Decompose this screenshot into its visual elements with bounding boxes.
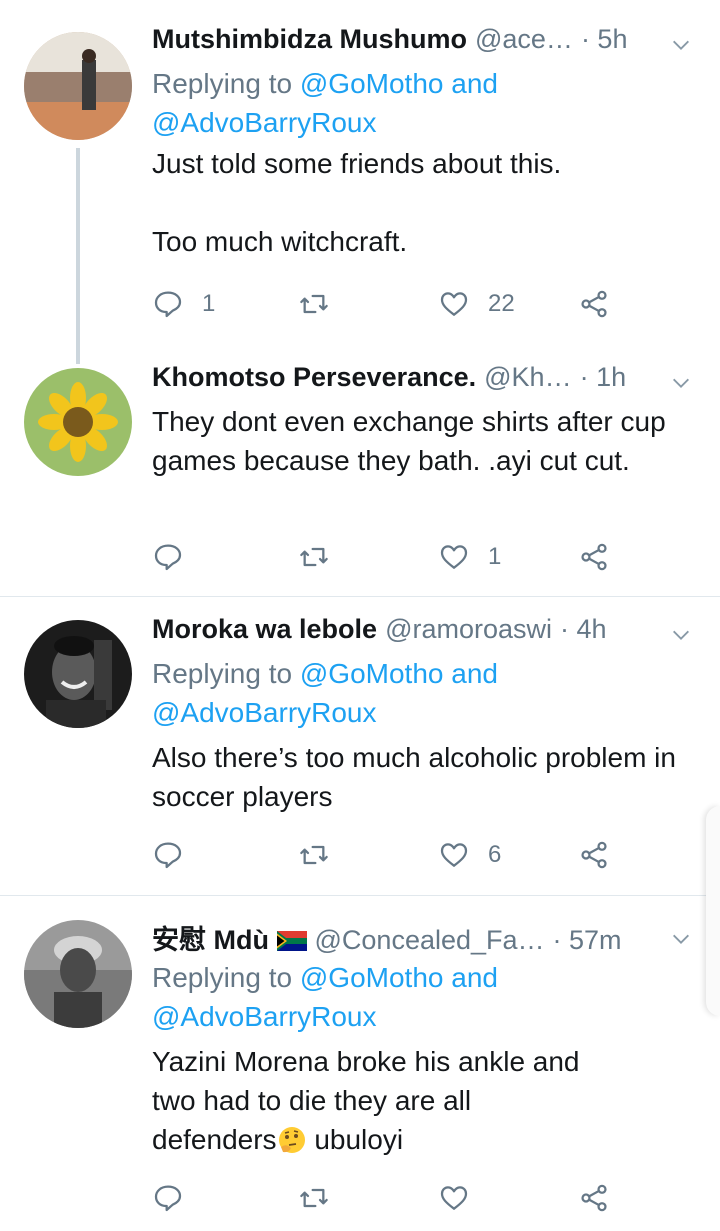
share-button[interactable] <box>578 1178 610 1218</box>
replying-to: Replying to @GoMotho and @AdvoBarryRoux <box>152 654 700 732</box>
replying-to: Replying to @GoMotho and @AdvoBarryRoux <box>152 64 700 142</box>
like-count: 6 <box>488 841 502 868</box>
share-icon <box>581 841 607 869</box>
tweet-2[interactable]: Khomotso Perseverance. @Kh… · 1h They do… <box>0 362 720 480</box>
share-icon <box>581 543 607 571</box>
reply-icon <box>154 544 182 571</box>
reply-icon <box>154 1185 182 1212</box>
reply-icon <box>154 842 182 869</box>
tweet-actions: 1 <box>152 537 720 577</box>
chevron-down-icon[interactable] <box>670 624 692 646</box>
replying-to-label: Replying to <box>152 962 293 993</box>
retweet-icon <box>300 547 328 567</box>
divider <box>0 895 720 896</box>
tweet-time[interactable]: · 1h <box>580 362 627 393</box>
replying-to-label: Replying to <box>152 658 293 689</box>
reply-icon <box>154 291 182 318</box>
mention-link[interactable]: @GoMotho and <box>300 68 498 99</box>
mention-link[interactable]: @AdvoBarryRoux <box>152 1001 377 1032</box>
replying-to: Replying to @GoMotho and @AdvoBarryRoux <box>152 958 700 1036</box>
author-handle[interactable]: @ace… <box>475 24 573 55</box>
like-button[interactable]: 22 <box>438 284 515 324</box>
replying-to-label: Replying to <box>152 68 293 99</box>
author-name[interactable]: Mutshimbidza Mushumo <box>152 24 467 55</box>
share-button[interactable] <box>578 284 610 324</box>
mention-link[interactable]: @AdvoBarryRoux <box>152 107 377 138</box>
tweet-text-line: Yazini Morena broke his ankle and <box>152 1046 580 1077</box>
chevron-down-icon[interactable] <box>670 372 692 394</box>
tweet-time[interactable]: · 4h <box>560 614 607 645</box>
author-name[interactable]: Khomotso Perseverance. <box>152 362 476 393</box>
share-button[interactable] <box>578 835 610 875</box>
reply-button[interactable] <box>152 537 184 577</box>
retweet-icon <box>300 294 328 314</box>
like-button[interactable] <box>438 1178 470 1218</box>
tweet-time[interactable]: · 57m <box>553 925 622 956</box>
share-icon <box>581 1184 607 1212</box>
retweet-button[interactable] <box>298 835 330 875</box>
tweet-text: Also there’s too much alcoholic problem … <box>152 742 676 812</box>
tweet-actions: 1 22 <box>152 284 720 324</box>
like-button[interactable]: 6 <box>438 835 501 875</box>
share-icon <box>581 290 607 318</box>
tweet-actions: 6 <box>152 835 720 875</box>
mention-link[interactable]: @GoMotho and <box>300 658 498 689</box>
tweet-4[interactable]: 安慰 Mdù @Concealed_Fa… · 57m Replying to … <box>0 918 720 1159</box>
tweet-time[interactable]: · 5h <box>581 24 628 55</box>
heart-icon <box>440 1186 468 1210</box>
tweet-actions <box>152 1178 720 1218</box>
author-name[interactable]: 安慰 Mdù <box>152 918 307 957</box>
like-count: 1 <box>488 543 502 570</box>
avatar[interactable] <box>24 620 132 728</box>
thinking-face-emoji <box>278 1127 305 1153</box>
south-africa-flag <box>276 931 307 951</box>
tweet-text: Yazini Morena broke his ankle and two ha… <box>152 1042 700 1159</box>
mention-link[interactable]: @AdvoBarryRoux <box>152 697 377 728</box>
author-handle[interactable]: @Concealed_Fa… <box>315 925 545 956</box>
tweet-text-part: defenders <box>152 1124 277 1155</box>
author-name-text: 安慰 Mdù <box>152 925 269 955</box>
share-button[interactable] <box>578 537 610 577</box>
tweet-1[interactable]: Mutshimbidza Mushumo @ace… · 5h Replying… <box>0 24 720 261</box>
avatar[interactable] <box>24 32 132 140</box>
chevron-down-icon[interactable] <box>670 928 692 950</box>
retweet-button[interactable] <box>298 537 330 577</box>
retweet-button[interactable] <box>298 284 330 324</box>
heart-icon <box>440 545 468 569</box>
tweet-text-line: two had to die they are all <box>152 1085 472 1116</box>
scroll-handle[interactable] <box>706 806 720 1016</box>
like-button[interactable]: 1 <box>438 537 501 577</box>
reply-button[interactable] <box>152 835 184 875</box>
reply-button[interactable]: 1 <box>152 284 215 324</box>
reply-count: 1 <box>202 290 216 317</box>
heart-icon <box>440 843 468 867</box>
retweet-icon <box>300 845 328 865</box>
avatar[interactable] <box>24 368 132 476</box>
author-name[interactable]: Moroka wa lebole <box>152 614 377 645</box>
tweet-text-line: defenders ubuloyi <box>152 1120 700 1159</box>
tweet-text: Just told some friends about this. Too m… <box>152 148 562 257</box>
mention-link[interactable]: @GoMotho and <box>300 962 498 993</box>
chevron-down-icon[interactable] <box>670 34 692 56</box>
retweet-icon <box>300 1188 328 1208</box>
divider <box>0 596 720 597</box>
tweet-text-part: ubuloyi <box>306 1124 404 1155</box>
tweet-3[interactable]: Moroka wa lebole @ramoroaswi · 4h Replyi… <box>0 614 720 816</box>
heart-icon <box>440 292 468 316</box>
retweet-button[interactable] <box>298 1178 330 1218</box>
reply-button[interactable] <box>152 1178 184 1218</box>
tweet-text: They dont even exchange shirts after cup… <box>152 406 666 476</box>
author-handle[interactable]: @ramoroaswi <box>385 614 552 645</box>
author-handle[interactable]: @Kh… <box>484 362 571 393</box>
avatar[interactable] <box>24 920 132 1028</box>
like-count: 22 <box>488 290 515 317</box>
